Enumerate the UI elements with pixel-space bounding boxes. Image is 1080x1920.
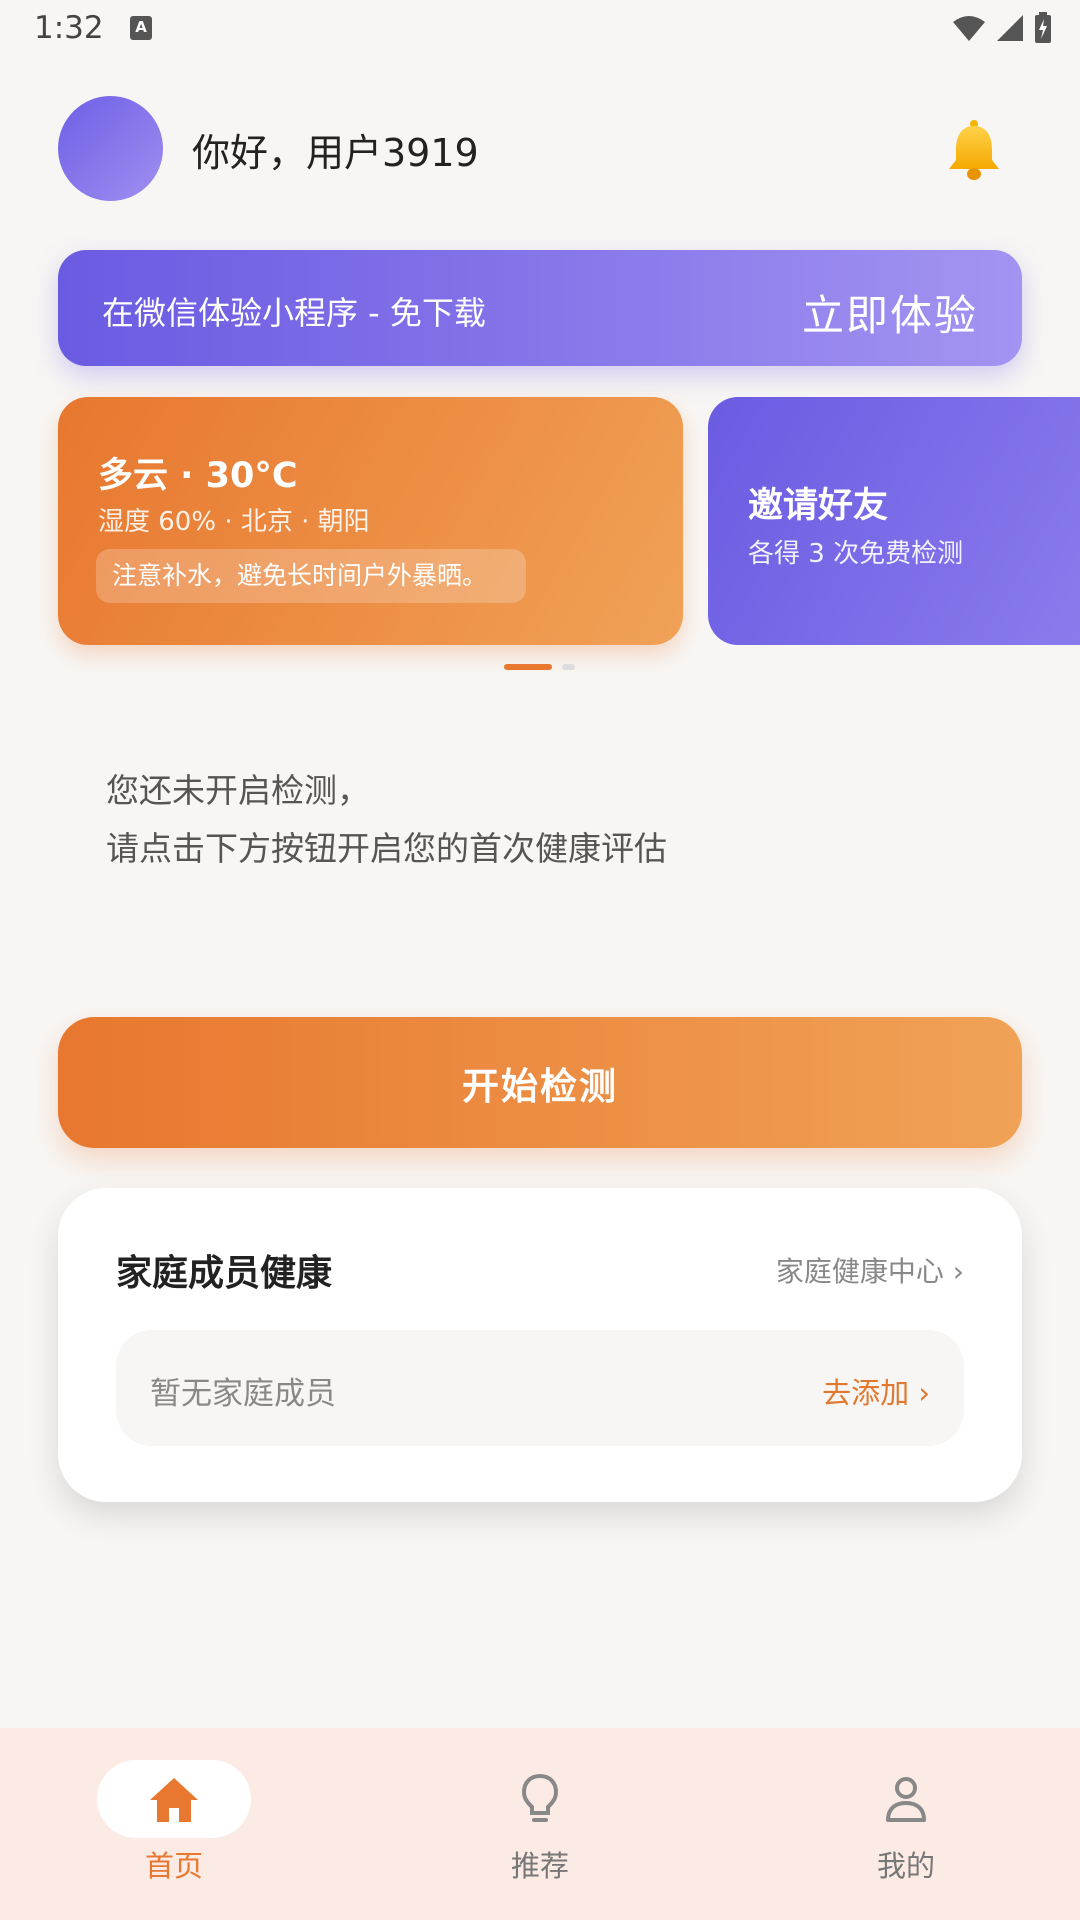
bell-icon[interactable] bbox=[944, 118, 1004, 184]
family-member-row: 暂无家庭成员 去添加 › bbox=[116, 1330, 964, 1446]
family-health-center-link[interactable]: 家庭健康中心 › bbox=[776, 1250, 964, 1290]
weather-title: 多云 · 30°C bbox=[98, 456, 298, 496]
nav-item-profile[interactable]: 我的 bbox=[806, 1728, 1006, 1920]
empty-state-message: 您还未开启检测， 请点击下方按钮开启您的首次健康评估 bbox=[106, 762, 667, 878]
empty-state-line-2: 请点击下方按钮开启您的首次健康评估 bbox=[106, 829, 667, 868]
try-now-button[interactable]: 立即体验 bbox=[802, 282, 978, 343]
weather-card[interactable]: 多云 · 30°C 湿度 60% · 北京 · 朝阳 注意补水，避免长时间户外暴… bbox=[58, 397, 683, 645]
no-family-members-text: 暂无家庭成员 bbox=[150, 1376, 336, 1412]
nav-label-home: 首页 bbox=[144, 1849, 203, 1883]
nav-item-recommend[interactable]: 推荐 bbox=[440, 1728, 640, 1920]
invite-card[interactable]: 邀请好友 各得 3 次免费检测 bbox=[708, 397, 1080, 645]
avatar[interactable] bbox=[58, 96, 163, 201]
bottom-nav: 首页 推荐 我的 bbox=[0, 1728, 1080, 1920]
nav-label-recommend: 推荐 bbox=[510, 1849, 569, 1883]
start-detection-button[interactable]: 开始检测 bbox=[58, 1017, 1022, 1148]
empty-state-line-1: 您还未开启检测， bbox=[106, 771, 370, 810]
battery-icon bbox=[1035, 12, 1051, 43]
family-health-card: 家庭成员健康 家庭健康中心 › 暂无家庭成员 去添加 › bbox=[58, 1188, 1022, 1502]
lightbulb-icon bbox=[521, 1773, 559, 1822]
carousel-dot bbox=[562, 664, 575, 670]
weather-tip: 注意补水，避免长时间户外暴晒。 bbox=[96, 549, 526, 603]
carousel-dot-active bbox=[504, 664, 552, 670]
weather-subtitle: 湿度 60% · 北京 · 朝阳 bbox=[98, 507, 370, 537]
home-icon bbox=[150, 1778, 198, 1822]
invite-subtitle: 各得 3 次免费检测 bbox=[748, 539, 964, 569]
wifi-icon bbox=[953, 16, 985, 41]
status-bar: 1:32 A bbox=[0, 0, 1080, 60]
family-title: 家庭成员健康 bbox=[116, 1253, 333, 1294]
nav-item-home[interactable]: 首页 bbox=[74, 1728, 274, 1920]
home-screen: 1:32 A 你好，用户3919 在微信体验小程序 - 免下载 立即体验 多云 … bbox=[0, 0, 1080, 1920]
mini-program-banner[interactable]: 在微信体验小程序 - 免下载 立即体验 bbox=[58, 250, 1022, 366]
keyboard-indicator-icon: A bbox=[130, 16, 152, 40]
invite-title: 邀请好友 bbox=[748, 486, 889, 526]
person-icon bbox=[886, 1777, 926, 1822]
add-family-member-link[interactable]: 去添加 › bbox=[822, 1370, 930, 1412]
signal-icon bbox=[997, 15, 1023, 41]
status-icons bbox=[952, 12, 1052, 44]
greeting: 你好，用户3919 bbox=[192, 131, 479, 175]
status-time: 1:32 bbox=[34, 10, 104, 46]
nav-label-profile: 我的 bbox=[876, 1849, 935, 1883]
mini-program-text: 在微信体验小程序 - 免下载 bbox=[102, 294, 486, 332]
